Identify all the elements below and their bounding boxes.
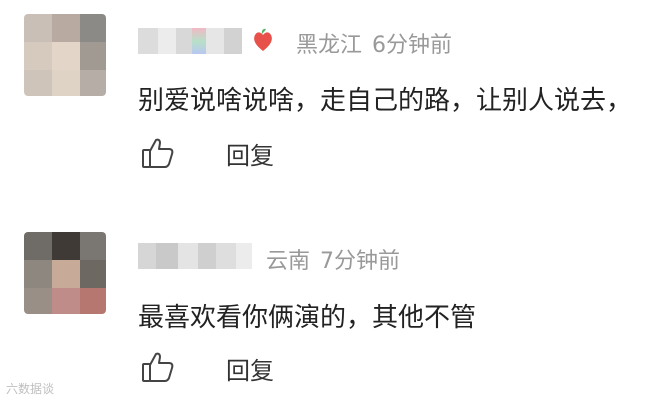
comment-meta: 云南 7分钟前 [266,243,400,275]
like-button[interactable] [141,350,175,384]
thumbs-up-icon [142,352,174,382]
watermark: 六数据谈 [6,380,54,397]
username-blurred[interactable] [138,243,252,269]
comment-time: 7分钟前 [320,249,401,274]
thumbs-up-icon [142,138,174,168]
comment-time: 6分钟前 [372,33,453,58]
comment-location: 云南 [266,249,311,274]
like-button[interactable] [141,136,175,170]
comment-text: 最喜欢看你俩演的，其他不管 [138,303,477,333]
watermark-text: 六数据谈 [6,382,55,396]
username-blurred[interactable] [138,28,242,54]
heart-badge-icon [252,27,274,53]
comment-location: 黑龙江 [296,33,363,58]
avatar[interactable] [24,14,106,96]
reply-button[interactable]: 回复 [226,351,274,386]
comment-text: 别爱说啥说啥，走自己的路，让别人说去， [138,86,633,116]
comment-meta: 黑龙江 6分钟前 [296,27,452,59]
avatar[interactable] [24,232,106,314]
reply-button[interactable]: 回复 [226,136,274,171]
